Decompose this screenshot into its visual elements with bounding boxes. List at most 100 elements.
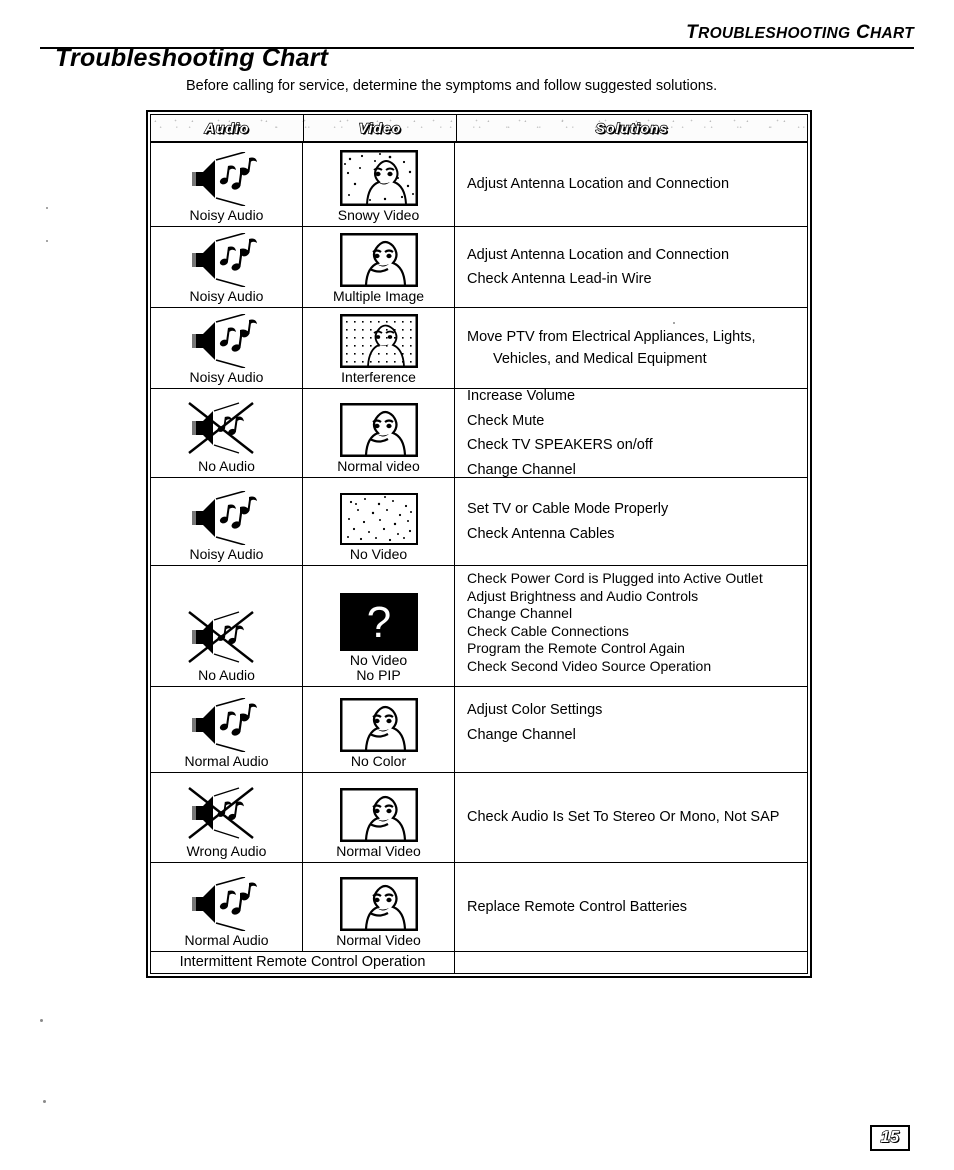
solution-line: Check TV SPEAKERS on/off xyxy=(467,437,653,453)
solution-line: Change Channel xyxy=(467,605,573,621)
speaker-crossed-out-icon xyxy=(183,606,271,666)
solution-line: Check Second Video Source Operation xyxy=(467,657,712,674)
speaker-with-notes-icon xyxy=(183,152,271,207)
audio-label: No Audio xyxy=(198,458,255,475)
cell-solutions: Adjust Color Settings Change Channel xyxy=(455,687,807,772)
intermittent-remote-label: Intermittent Remote Control Operation xyxy=(151,952,455,973)
running-header-word2-rest: HART xyxy=(870,25,914,42)
table-row: Noisy Audio xyxy=(151,227,807,308)
tv-normal-icon xyxy=(339,233,418,288)
speaker-with-notes-icon xyxy=(183,314,271,369)
scan-artifact xyxy=(43,1100,46,1103)
audio-label: Wrong Audio xyxy=(186,843,267,860)
cell-video: No Video xyxy=(303,478,455,565)
table-row: Noisy Audio xyxy=(151,478,807,566)
solution-line: Adjust Antenna Location and Connection xyxy=(467,176,730,193)
scan-artifact xyxy=(40,1019,43,1022)
table-footer-row: Intermittent Remote Control Operation xyxy=(151,951,807,973)
tv-normal-icon xyxy=(339,877,418,932)
cell-solutions: Adjust Antenna Location and Connection C… xyxy=(455,227,807,307)
cell-audio: No Audio xyxy=(151,566,303,686)
cell-video: Multiple Image xyxy=(303,227,455,307)
cell-audio: Noisy Audio xyxy=(151,478,303,565)
video-label: Interference xyxy=(341,369,416,386)
running-header-word2-cap: C xyxy=(856,22,871,43)
solution-line: Replace Remote Control Batteries xyxy=(467,898,688,915)
tv-normal-icon xyxy=(339,698,418,753)
speaker-crossed-out-icon xyxy=(183,782,271,842)
table-row: Normal Audio xyxy=(151,863,807,951)
solution-line: Move PTV from Electrical Appliances, Lig… xyxy=(467,329,756,345)
cell-video: Normal Video xyxy=(303,863,455,951)
scan-artifact xyxy=(46,240,48,242)
solution-line: Check Power Cord is Plugged into Active … xyxy=(467,570,763,586)
footer-empty-cell xyxy=(455,952,807,973)
solution-line: Program the Remote Control Again xyxy=(467,640,685,656)
solution-line: Set TV or Cable Mode Properly xyxy=(467,501,669,517)
cell-solutions: Replace Remote Control Batteries xyxy=(455,863,807,951)
troubleshooting-table: Audio Video Solutions Noisy Audio Snowy … xyxy=(146,110,812,978)
cell-solutions: Move PTV from Electrical Appliances, Lig… xyxy=(455,308,807,388)
video-label: Normal Video xyxy=(336,843,421,860)
video-label: No Video xyxy=(349,546,408,563)
page-title: Troubleshooting Chart xyxy=(55,44,329,72)
speaker-crossed-out-icon xyxy=(183,397,271,457)
table-header-row: Audio Video Solutions xyxy=(151,115,807,143)
audio-label: Noisy Audio xyxy=(189,546,264,563)
table-inner-frame: Audio Video Solutions Noisy Audio Snowy … xyxy=(150,114,808,974)
column-header-audio: Audio xyxy=(151,115,304,141)
cell-solutions: Check Audio Is Set To Stereo Or Mono, No… xyxy=(455,773,807,862)
tv-normal-icon xyxy=(339,788,418,843)
page-number: 15 xyxy=(880,1128,900,1146)
solution-line: Check Mute xyxy=(467,412,545,429)
cell-audio: Noisy Audio xyxy=(151,308,303,388)
speaker-with-notes-icon xyxy=(183,233,271,288)
solution-line: Check Antenna Cables xyxy=(467,525,615,542)
running-header-word1-rest: ROUBLESHOOTING xyxy=(698,25,851,42)
video-label-line2: No PIP xyxy=(356,667,401,684)
video-label: Snowy Video xyxy=(337,207,420,224)
audio-label: No Audio xyxy=(198,667,255,684)
cell-video: Normal video xyxy=(303,389,455,477)
scan-artifact xyxy=(46,207,48,209)
cell-audio: Normal Audio xyxy=(151,687,303,772)
cell-video: Normal Video xyxy=(303,773,455,862)
cell-video: No Color xyxy=(303,687,455,772)
table-row: No Audio Normal video Increase Volume Ch… xyxy=(151,389,807,478)
video-label: Multiple Image xyxy=(332,288,425,305)
tv-snowy-icon xyxy=(339,150,418,207)
cell-audio: Noisy Audio xyxy=(151,227,303,307)
column-header-solutions: Solutions xyxy=(595,119,669,136)
solution-line: Vehicles, and Medical Equipment xyxy=(493,350,707,367)
speaker-with-notes-icon xyxy=(183,491,271,546)
tv-interference-icon xyxy=(339,314,418,369)
table-row: Wrong Audio Normal Video Check Audio Is … xyxy=(151,773,807,863)
cell-solutions: Check Power Cord is Plugged into Active … xyxy=(455,566,807,686)
speaker-with-notes-icon xyxy=(183,698,271,753)
solution-line: Change Channel xyxy=(467,726,576,743)
audio-label: Noisy Audio xyxy=(189,369,264,386)
video-label-line1: No Video xyxy=(349,651,408,668)
tv-question-mark-icon: ? xyxy=(339,592,418,651)
tv-normal-icon xyxy=(339,403,418,458)
audio-label: Normal Audio xyxy=(184,753,269,770)
cell-video: ? No Video No PIP xyxy=(303,566,455,686)
table-row: Normal Audio xyxy=(151,687,807,773)
cell-audio: Wrong Audio xyxy=(151,773,303,862)
cell-solutions: Set TV or Cable Mode Properly Check Ante… xyxy=(455,478,807,565)
cell-audio: No Audio xyxy=(151,389,303,477)
solution-line: Adjust Brightness and Audio Controls xyxy=(467,587,699,604)
cell-video: Interference xyxy=(303,308,455,388)
solution-line: Change Channel xyxy=(467,461,576,478)
page-number-badge: 15 xyxy=(870,1125,910,1151)
cell-audio: Normal Audio xyxy=(151,863,303,951)
solution-line: Check Antenna Lead-in Wire xyxy=(467,271,652,287)
svg-text:?: ? xyxy=(366,598,390,647)
solution-line: Check Cable Connections xyxy=(467,622,629,639)
solution-line: Adjust Color Settings xyxy=(467,702,603,718)
cell-audio: Noisy Audio xyxy=(151,143,303,226)
cell-solutions: Increase Volume Check Mute Check TV SPEA… xyxy=(455,389,807,477)
running-header-title: TROUBLESHOOTING CHART xyxy=(686,22,914,44)
table-row: Noisy Audio xyxy=(151,143,807,227)
audio-label: Noisy Audio xyxy=(189,207,264,224)
